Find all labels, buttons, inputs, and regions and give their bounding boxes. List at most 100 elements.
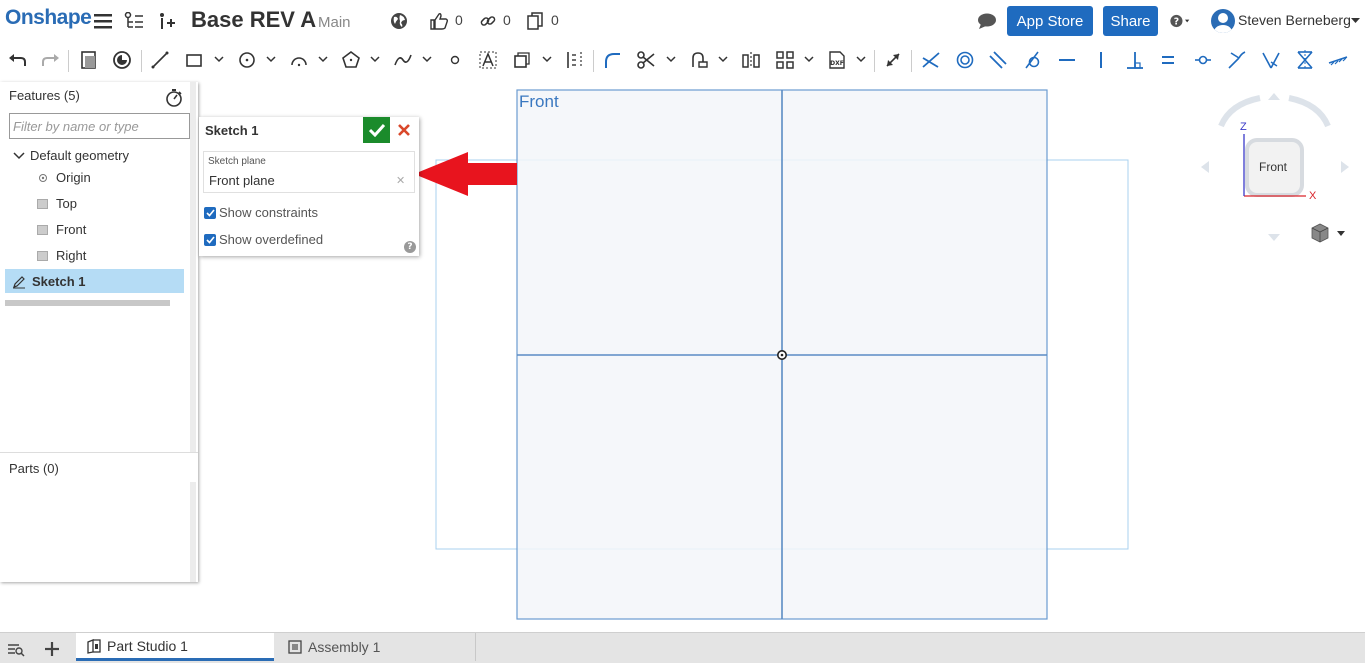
- show-overdefined-checkbox[interactable]: [204, 234, 216, 246]
- midpoint-icon[interactable]: [1192, 50, 1214, 70]
- globe-icon[interactable]: [389, 11, 409, 31]
- document-title[interactable]: Base REV A: [191, 7, 316, 33]
- circle-chevron-down-icon[interactable]: [266, 54, 276, 64]
- feature-item-origin[interactable]: Origin: [38, 170, 91, 185]
- feature-item-label: Front: [56, 222, 87, 237]
- circle-icon[interactable]: [236, 50, 258, 70]
- links-count: 0: [503, 12, 511, 28]
- tangent-icon[interactable]: [1021, 50, 1043, 70]
- text-icon[interactable]: [477, 50, 499, 70]
- copy-icon[interactable]: [525, 11, 545, 31]
- dimension-icon[interactable]: [882, 50, 904, 70]
- like-icon[interactable]: [429, 11, 449, 31]
- accept-button[interactable]: [363, 117, 390, 143]
- undo-icon[interactable]: [7, 50, 29, 70]
- likes-count: 0: [455, 12, 463, 28]
- pierce-icon[interactable]: [1260, 50, 1282, 70]
- feature-list-icon[interactable]: [124, 11, 144, 31]
- linear-pattern-icon[interactable]: [774, 50, 796, 70]
- branch-name[interactable]: Main: [318, 14, 351, 31]
- spline-icon[interactable]: [392, 50, 414, 70]
- arc-chevron-down-icon[interactable]: [318, 54, 328, 64]
- plane-icon: [37, 250, 48, 261]
- link-icon[interactable]: [478, 11, 498, 31]
- coincident-icon[interactable]: [920, 50, 942, 70]
- add-tab-icon[interactable]: [42, 639, 62, 659]
- feature-history-icon[interactable]: [78, 50, 100, 70]
- construction-icon[interactable]: [564, 50, 586, 70]
- view-cube-face-label[interactable]: Front: [1259, 160, 1287, 174]
- show-constraints-checkbox[interactable]: [204, 207, 216, 219]
- feature-item-right[interactable]: Right: [37, 248, 86, 263]
- user-menu[interactable]: Steven Berneberg: [1238, 12, 1351, 28]
- feature-item-label: Top: [56, 196, 77, 211]
- polygon-icon[interactable]: [340, 50, 362, 70]
- point-icon[interactable]: [444, 50, 466, 70]
- use-icon[interactable]: [111, 50, 133, 70]
- rollback-timer-icon[interactable]: [165, 88, 183, 107]
- sketch-plane-value: Front plane: [209, 173, 275, 188]
- normal-icon[interactable]: [1226, 50, 1248, 70]
- chevron-down-icon[interactable]: [13, 151, 25, 161]
- clear-selection-icon[interactable]: ✕: [396, 174, 405, 187]
- sketch-plane-field[interactable]: Sketch plane Front plane ✕: [203, 151, 415, 193]
- show-constraints-label[interactable]: Show constraints: [219, 205, 318, 220]
- rectangle-icon[interactable]: [183, 50, 205, 70]
- comments-icon[interactable]: [977, 11, 997, 31]
- user-menu-chevron-down-icon[interactable]: [1351, 17, 1360, 25]
- feature-item-sketch[interactable]: Sketch 1: [12, 274, 85, 289]
- cancel-button[interactable]: [393, 119, 415, 141]
- dialog-help-icon[interactable]: ?: [404, 241, 416, 253]
- close-icon: [398, 124, 410, 136]
- help-icon[interactable]: ?: [1170, 11, 1190, 31]
- line-icon[interactable]: [149, 50, 171, 70]
- sketch-plane-label: Sketch plane: [208, 156, 266, 167]
- show-overdefined-label[interactable]: Show overdefined: [219, 232, 323, 247]
- share-button[interactable]: Share: [1103, 6, 1158, 36]
- fix-icon[interactable]: [1327, 50, 1349, 70]
- tab-part-studio[interactable]: Part Studio 1: [76, 633, 274, 661]
- symmetric-icon[interactable]: [1294, 50, 1316, 70]
- parts-divider[interactable]: [0, 452, 198, 453]
- import-dxf-icon[interactable]: DXF: [826, 50, 848, 70]
- trim-chevron-down-icon[interactable]: [666, 54, 676, 64]
- spline-chevron-down-icon[interactable]: [422, 54, 432, 64]
- offset-chevron-down-icon[interactable]: [542, 54, 552, 64]
- onshape-logo[interactable]: Onshape: [5, 6, 92, 30]
- equal-icon[interactable]: [1157, 50, 1179, 70]
- offset-icon[interactable]: [511, 50, 533, 70]
- tab-manager-icon[interactable]: [6, 639, 26, 659]
- annotation-arrow-sketch-plane: [414, 152, 517, 196]
- use-edges-icon[interactable]: [688, 50, 710, 70]
- feature-filter-input[interactable]: [9, 113, 190, 139]
- mirror-icon[interactable]: [740, 50, 762, 70]
- use-edges-chevron-down-icon[interactable]: [718, 54, 728, 64]
- insert-icon[interactable]: [156, 11, 176, 31]
- horizontal-icon[interactable]: [1056, 50, 1078, 70]
- rectangle-chevron-down-icon[interactable]: [214, 54, 224, 64]
- feature-list-vertical-scrollbar[interactable]: [190, 82, 196, 452]
- redo-icon[interactable]: [39, 50, 61, 70]
- feature-item-top[interactable]: Top: [37, 196, 77, 211]
- user-avatar[interactable]: [1211, 9, 1235, 33]
- concentric-icon[interactable]: [954, 50, 976, 70]
- polygon-chevron-down-icon[interactable]: [370, 54, 380, 64]
- feature-list-horizontal-scrollbar[interactable]: [5, 300, 170, 306]
- arc-icon[interactable]: [288, 50, 310, 70]
- sketch-pencil-icon: [13, 275, 25, 288]
- tab-assembly[interactable]: Assembly 1: [277, 633, 476, 661]
- perpendicular-icon[interactable]: [1124, 50, 1146, 70]
- sketch-fillet-icon[interactable]: [601, 50, 623, 70]
- hamburger-menu-icon[interactable]: [93, 11, 113, 31]
- vertical-icon[interactable]: [1090, 50, 1112, 70]
- feature-item-front[interactable]: Front: [37, 222, 86, 237]
- import-chevron-down-icon[interactable]: [856, 54, 866, 64]
- pattern-chevron-down-icon[interactable]: [804, 54, 814, 64]
- default-geometry-group[interactable]: Default geometry: [13, 148, 129, 163]
- checkmark-icon: [368, 123, 385, 137]
- top-bar: Onshape Base REV A Main 0 0 0 App Store …: [0, 0, 1365, 42]
- trim-icon[interactable]: [635, 50, 657, 70]
- parallel-icon[interactable]: [987, 50, 1009, 70]
- parts-list-vertical-scrollbar[interactable]: [190, 482, 196, 582]
- app-store-button[interactable]: App Store: [1007, 6, 1093, 36]
